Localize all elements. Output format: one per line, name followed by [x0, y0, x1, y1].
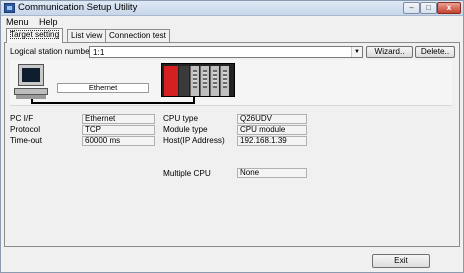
title-bar: Communication Setup Utility – □ x [1, 1, 463, 16]
exit-button[interactable]: Exit [372, 254, 430, 268]
plc-icon [161, 63, 235, 97]
pc-icon [14, 64, 48, 100]
timeout-label: Time-out [10, 136, 42, 145]
station-select[interactable]: 1:1 ▼ [89, 46, 363, 58]
menu-bar: Menu Help [1, 16, 463, 28]
close-button[interactable]: x [437, 2, 461, 14]
tab-label: Target setting [10, 30, 60, 39]
protocol-label: Protocol [10, 125, 41, 134]
pc-if-value: Ethernet [82, 114, 155, 124]
host-value: 192.168.1.39 [237, 136, 307, 146]
app-icon [4, 3, 15, 13]
multiple-cpu-value: None [237, 168, 307, 178]
tab-target-setting[interactable]: Target setting [6, 28, 64, 43]
timeout-value: 60000 ms [82, 136, 155, 146]
cpu-type-value: Q26UDV [237, 114, 307, 124]
window-title: Communication Setup Utility [18, 2, 138, 13]
tab-connection-test[interactable]: Connection test [105, 29, 170, 42]
module-type-value: CPU module [237, 125, 307, 135]
station-value: 1:1 [93, 48, 105, 57]
menu-item-menu[interactable]: Menu [6, 16, 29, 28]
protocol-value: TCP [82, 125, 155, 135]
delete-button[interactable]: Delete.. [415, 46, 455, 58]
tab-label: Connection test [109, 31, 166, 40]
host-label: Host(IP Address) [163, 136, 225, 145]
pc-if-label: PC I/F [10, 114, 34, 123]
cpu-type-label: CPU type [163, 114, 199, 123]
maximize-button[interactable]: □ [420, 2, 437, 14]
chevron-down-icon[interactable]: ▼ [351, 47, 362, 57]
station-label: Logical station number [10, 47, 93, 56]
tab-label: List view [71, 31, 103, 40]
cable-line [31, 102, 194, 104]
wizard-button[interactable]: Wizard.. [366, 46, 413, 58]
app-window: Communication Setup Utility – □ x Menu H… [0, 0, 464, 273]
module-type-label: Module type [163, 125, 208, 134]
multiple-cpu-label: Multiple CPU [163, 169, 211, 178]
tab-list-view[interactable]: List view [67, 29, 107, 42]
minimize-button[interactable]: – [403, 2, 420, 14]
ethernet-link-label: Ethernet [57, 83, 149, 93]
menu-item-help[interactable]: Help [39, 16, 58, 28]
